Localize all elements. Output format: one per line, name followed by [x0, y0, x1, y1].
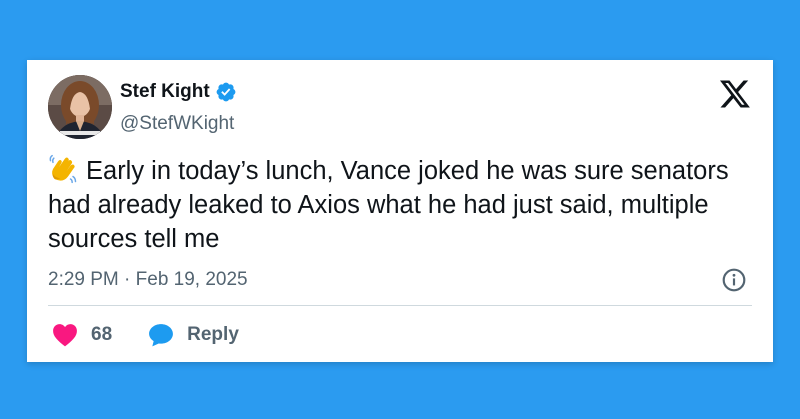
- verified-badge-icon: [216, 82, 236, 102]
- author-name-row: Stef Kight: [120, 80, 237, 104]
- action-bar: 68 Reply: [52, 322, 239, 348]
- reply-button[interactable]: Reply: [187, 323, 239, 347]
- author-avatar[interactable]: [48, 75, 112, 139]
- tweet-timestamp[interactable]: 2:29 PM · Feb 19, 2025: [48, 268, 248, 292]
- like-count[interactable]: 68: [91, 323, 112, 347]
- waving-hand-icon: [49, 154, 77, 184]
- tweet-body: Early in today’s lunch, Vance joked he w…: [48, 157, 729, 253]
- divider: [48, 305, 752, 306]
- author-handle[interactable]: @StefWKight: [120, 112, 234, 136]
- heart-icon[interactable]: [52, 323, 78, 347]
- tweet-text: Early in today’s lunch, Vance joked he w…: [48, 154, 748, 256]
- reply-bubble-icon[interactable]: [148, 323, 174, 347]
- x-logo-icon[interactable]: [720, 80, 750, 108]
- author-name[interactable]: Stef Kight: [120, 80, 210, 104]
- tweet-card: Stef Kight @StefWKight Early in today’s …: [27, 60, 773, 362]
- author-photo: [48, 75, 112, 139]
- info-icon[interactable]: [721, 267, 747, 293]
